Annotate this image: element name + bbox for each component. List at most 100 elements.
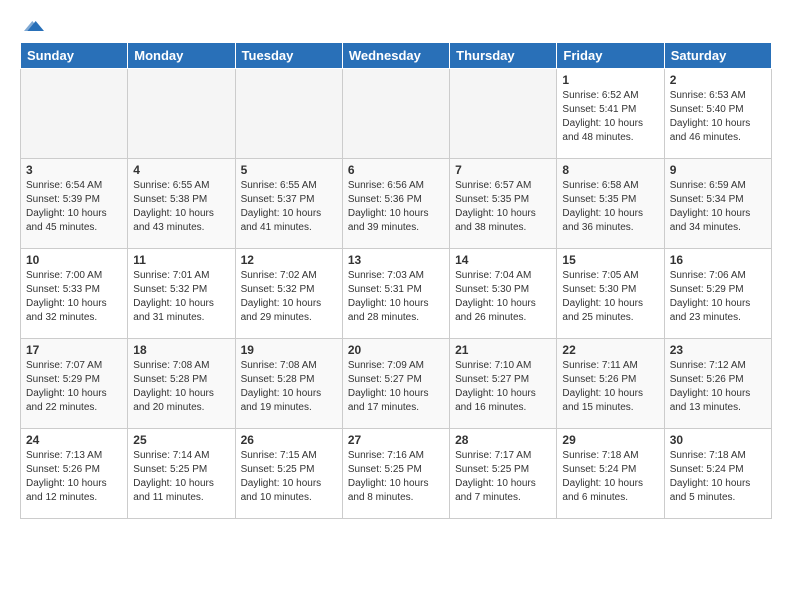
- day-info: Sunrise: 6:52 AM Sunset: 5:41 PM Dayligh…: [562, 89, 658, 145]
- day-number: 24: [26, 433, 122, 447]
- day-cell-2: [235, 69, 342, 159]
- day-info: Sunrise: 7:07 AM Sunset: 5:29 PM Dayligh…: [26, 359, 122, 415]
- day-info: Sunrise: 7:01 AM Sunset: 5:32 PM Dayligh…: [133, 269, 229, 325]
- day-number: 27: [348, 433, 444, 447]
- day-cell-32: 28 Sunrise: 7:17 AM Sunset: 5:25 PM Dayli…: [450, 429, 557, 519]
- day-info: Sunrise: 6:58 AM Sunset: 5:35 PM Dayligh…: [562, 179, 658, 235]
- day-cell-14: 10 Sunrise: 7:00 AM Sunset: 5:33 PM Dayli…: [21, 249, 128, 339]
- day-number: 23: [670, 343, 766, 357]
- day-info: Sunrise: 7:18 AM Sunset: 5:24 PM Dayligh…: [670, 449, 766, 505]
- day-number: 1: [562, 73, 658, 87]
- day-info: Sunrise: 6:53 AM Sunset: 5:40 PM Dayligh…: [670, 89, 766, 145]
- day-info: Sunrise: 7:06 AM Sunset: 5:29 PM Dayligh…: [670, 269, 766, 325]
- day-number: 2: [670, 73, 766, 87]
- th-sunday: Sunday: [21, 43, 128, 69]
- day-number: 21: [455, 343, 551, 357]
- day-number: 6: [348, 163, 444, 177]
- day-info: Sunrise: 7:04 AM Sunset: 5:30 PM Dayligh…: [455, 269, 551, 325]
- day-info: Sunrise: 6:55 AM Sunset: 5:37 PM Dayligh…: [241, 179, 337, 235]
- header: [20, 16, 772, 32]
- day-cell-19: 15 Sunrise: 7:05 AM Sunset: 5:30 PM Dayli…: [557, 249, 664, 339]
- day-cell-5: 1 Sunrise: 6:52 AM Sunset: 5:41 PM Daylig…: [557, 69, 664, 159]
- week-row-1: 1 Sunrise: 6:52 AM Sunset: 5:41 PM Daylig…: [21, 69, 772, 159]
- day-cell-27: 23 Sunrise: 7:12 AM Sunset: 5:26 PM Dayli…: [664, 339, 771, 429]
- day-number: 19: [241, 343, 337, 357]
- day-number: 14: [455, 253, 551, 267]
- day-number: 10: [26, 253, 122, 267]
- day-number: 13: [348, 253, 444, 267]
- day-number: 17: [26, 343, 122, 357]
- day-number: 22: [562, 343, 658, 357]
- day-number: 9: [670, 163, 766, 177]
- calendar-table: Sunday Monday Tuesday Wednesday Thursday…: [20, 42, 772, 519]
- day-cell-30: 26Sunrise: 7:15 AM Sunset: 5:25 PM Dayli…: [235, 429, 342, 519]
- page: Sunday Monday Tuesday Wednesday Thursday…: [0, 0, 792, 529]
- day-cell-13: 9Sunrise: 6:59 AM Sunset: 5:34 PM Daylig…: [664, 159, 771, 249]
- day-info: Sunrise: 7:16 AM Sunset: 5:25 PM Dayligh…: [348, 449, 444, 505]
- day-info: Sunrise: 7:00 AM Sunset: 5:33 PM Dayligh…: [26, 269, 122, 325]
- day-info: Sunrise: 6:56 AM Sunset: 5:36 PM Dayligh…: [348, 179, 444, 235]
- week-row-3: 10 Sunrise: 7:00 AM Sunset: 5:33 PM Dayli…: [21, 249, 772, 339]
- day-cell-24: 20Sunrise: 7:09 AM Sunset: 5:27 PM Dayli…: [342, 339, 449, 429]
- logo-text: [20, 16, 44, 36]
- week-row-4: 17 Sunrise: 7:07 AM Sunset: 5:29 PM Dayli…: [21, 339, 772, 429]
- day-cell-10: 6 Sunrise: 6:56 AM Sunset: 5:36 PM Daylig…: [342, 159, 449, 249]
- day-info: Sunrise: 7:11 AM Sunset: 5:26 PM Dayligh…: [562, 359, 658, 415]
- day-info: Sunrise: 7:17 AM Sunset: 5:25 PM Dayligh…: [455, 449, 551, 505]
- day-cell-22: 18 Sunrise: 7:08 AM Sunset: 5:28 PM Dayli…: [128, 339, 235, 429]
- day-number: 15: [562, 253, 658, 267]
- day-cell-0: [21, 69, 128, 159]
- day-number: 12: [241, 253, 337, 267]
- day-info: Sunrise: 7:13 AM Sunset: 5:26 PM Dayligh…: [26, 449, 122, 505]
- day-cell-33: 29 Sunrise: 7:18 AM Sunset: 5:24 PM Dayli…: [557, 429, 664, 519]
- day-number: 11: [133, 253, 229, 267]
- day-cell-7: 3Sunrise: 6:54 AM Sunset: 5:39 PM Daylig…: [21, 159, 128, 249]
- day-cell-31: 27 Sunrise: 7:16 AM Sunset: 5:25 PM Dayli…: [342, 429, 449, 519]
- weekday-header-row: Sunday Monday Tuesday Wednesday Thursday…: [21, 43, 772, 69]
- week-row-2: 3Sunrise: 6:54 AM Sunset: 5:39 PM Daylig…: [21, 159, 772, 249]
- day-cell-29: 25Sunrise: 7:14 AM Sunset: 5:25 PM Dayli…: [128, 429, 235, 519]
- day-info: Sunrise: 6:57 AM Sunset: 5:35 PM Dayligh…: [455, 179, 551, 235]
- day-cell-17: 13 Sunrise: 7:03 AM Sunset: 5:31 PM Dayli…: [342, 249, 449, 339]
- day-number: 5: [241, 163, 337, 177]
- th-saturday: Saturday: [664, 43, 771, 69]
- day-number: 16: [670, 253, 766, 267]
- day-info: Sunrise: 7:05 AM Sunset: 5:30 PM Dayligh…: [562, 269, 658, 325]
- th-tuesday: Tuesday: [235, 43, 342, 69]
- day-number: 25: [133, 433, 229, 447]
- day-cell-28: 24 Sunrise: 7:13 AM Sunset: 5:26 PM Dayli…: [21, 429, 128, 519]
- day-cell-26: 22 Sunrise: 7:11 AM Sunset: 5:26 PM Dayli…: [557, 339, 664, 429]
- logo: [20, 16, 44, 32]
- day-info: Sunrise: 7:08 AM Sunset: 5:28 PM Dayligh…: [241, 359, 337, 415]
- th-wednesday: Wednesday: [342, 43, 449, 69]
- day-cell-16: 12 Sunrise: 7:02 AM Sunset: 5:32 PM Dayli…: [235, 249, 342, 339]
- day-info: Sunrise: 7:12 AM Sunset: 5:26 PM Dayligh…: [670, 359, 766, 415]
- day-info: Sunrise: 7:10 AM Sunset: 5:27 PM Dayligh…: [455, 359, 551, 415]
- day-number: 4: [133, 163, 229, 177]
- day-number: 28: [455, 433, 551, 447]
- day-number: 29: [562, 433, 658, 447]
- day-number: 18: [133, 343, 229, 357]
- day-cell-3: [342, 69, 449, 159]
- day-info: Sunrise: 7:15 AM Sunset: 5:25 PM Dayligh…: [241, 449, 337, 505]
- th-thursday: Thursday: [450, 43, 557, 69]
- day-cell-23: 19 Sunrise: 7:08 AM Sunset: 5:28 PM Dayli…: [235, 339, 342, 429]
- day-cell-8: 4Sunrise: 6:55 AM Sunset: 5:38 PM Daylig…: [128, 159, 235, 249]
- logo-icon: [24, 16, 44, 36]
- day-cell-15: 11 Sunrise: 7:01 AM Sunset: 5:32 PM Dayli…: [128, 249, 235, 339]
- th-monday: Monday: [128, 43, 235, 69]
- day-info: Sunrise: 7:03 AM Sunset: 5:31 PM Dayligh…: [348, 269, 444, 325]
- day-cell-9: 5 Sunrise: 6:55 AM Sunset: 5:37 PM Daylig…: [235, 159, 342, 249]
- day-number: 20: [348, 343, 444, 357]
- day-number: 8: [562, 163, 658, 177]
- day-info: Sunrise: 7:08 AM Sunset: 5:28 PM Dayligh…: [133, 359, 229, 415]
- day-cell-6: 2 Sunrise: 6:53 AM Sunset: 5:40 PM Daylig…: [664, 69, 771, 159]
- week-row-5: 24 Sunrise: 7:13 AM Sunset: 5:26 PM Dayli…: [21, 429, 772, 519]
- day-cell-34: 30Sunrise: 7:18 AM Sunset: 5:24 PM Dayli…: [664, 429, 771, 519]
- day-cell-4: [450, 69, 557, 159]
- day-cell-1: [128, 69, 235, 159]
- th-friday: Friday: [557, 43, 664, 69]
- day-info: Sunrise: 7:18 AM Sunset: 5:24 PM Dayligh…: [562, 449, 658, 505]
- day-info: Sunrise: 7:02 AM Sunset: 5:32 PM Dayligh…: [241, 269, 337, 325]
- day-cell-25: 21 Sunrise: 7:10 AM Sunset: 5:27 PM Dayli…: [450, 339, 557, 429]
